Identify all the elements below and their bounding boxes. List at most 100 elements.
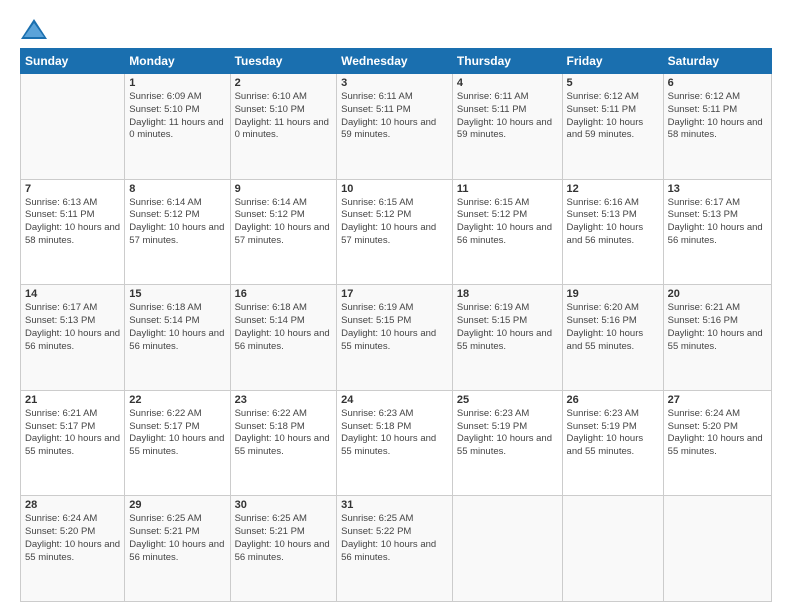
day-cell: 11 Sunrise: 6:15 AMSunset: 5:12 PMDaylig…	[452, 179, 562, 285]
day-cell: 14 Sunrise: 6:17 AMSunset: 5:13 PMDaylig…	[21, 285, 125, 391]
day-cell: 10 Sunrise: 6:15 AMSunset: 5:12 PMDaylig…	[337, 179, 453, 285]
cell-info: Sunrise: 6:12 AMSunset: 5:11 PMDaylight:…	[567, 91, 644, 140]
day-number: 15	[129, 288, 225, 300]
day-cell: 5 Sunrise: 6:12 AMSunset: 5:11 PMDayligh…	[562, 74, 663, 180]
header	[20, 18, 772, 40]
cell-info: Sunrise: 6:21 AMSunset: 5:17 PMDaylight:…	[25, 408, 120, 457]
day-cell: 19 Sunrise: 6:20 AMSunset: 5:16 PMDaylig…	[562, 285, 663, 391]
day-cell: 23 Sunrise: 6:22 AMSunset: 5:18 PMDaylig…	[230, 390, 337, 496]
cell-info: Sunrise: 6:23 AMSunset: 5:18 PMDaylight:…	[341, 408, 436, 457]
day-cell: 6 Sunrise: 6:12 AMSunset: 5:11 PMDayligh…	[663, 74, 771, 180]
day-cell: 31 Sunrise: 6:25 AMSunset: 5:22 PMDaylig…	[337, 496, 453, 602]
day-cell: 24 Sunrise: 6:23 AMSunset: 5:18 PMDaylig…	[337, 390, 453, 496]
cell-info: Sunrise: 6:22 AMSunset: 5:18 PMDaylight:…	[235, 408, 330, 457]
cell-info: Sunrise: 6:25 AMSunset: 5:21 PMDaylight:…	[129, 513, 224, 562]
day-cell: 20 Sunrise: 6:21 AMSunset: 5:16 PMDaylig…	[663, 285, 771, 391]
cell-info: Sunrise: 6:18 AMSunset: 5:14 PMDaylight:…	[129, 302, 224, 351]
day-number: 31	[341, 499, 448, 511]
col-header-thursday: Thursday	[452, 49, 562, 74]
week-row-3: 14 Sunrise: 6:17 AMSunset: 5:13 PMDaylig…	[21, 285, 772, 391]
cell-info: Sunrise: 6:09 AMSunset: 5:10 PMDaylight:…	[129, 91, 223, 140]
cell-info: Sunrise: 6:19 AMSunset: 5:15 PMDaylight:…	[457, 302, 552, 351]
day-number: 5	[567, 77, 659, 89]
day-cell: 26 Sunrise: 6:23 AMSunset: 5:19 PMDaylig…	[562, 390, 663, 496]
day-number: 30	[235, 499, 333, 511]
day-number: 10	[341, 183, 448, 195]
day-number: 16	[235, 288, 333, 300]
day-number: 21	[25, 394, 120, 406]
col-header-saturday: Saturday	[663, 49, 771, 74]
cell-info: Sunrise: 6:23 AMSunset: 5:19 PMDaylight:…	[567, 408, 644, 457]
cell-info: Sunrise: 6:15 AMSunset: 5:12 PMDaylight:…	[341, 197, 436, 246]
cell-info: Sunrise: 6:22 AMSunset: 5:17 PMDaylight:…	[129, 408, 224, 457]
cell-info: Sunrise: 6:24 AMSunset: 5:20 PMDaylight:…	[25, 513, 120, 562]
day-cell: 15 Sunrise: 6:18 AMSunset: 5:14 PMDaylig…	[125, 285, 230, 391]
day-number: 8	[129, 183, 225, 195]
col-header-wednesday: Wednesday	[337, 49, 453, 74]
day-cell: 13 Sunrise: 6:17 AMSunset: 5:13 PMDaylig…	[663, 179, 771, 285]
cell-info: Sunrise: 6:11 AMSunset: 5:11 PMDaylight:…	[457, 91, 552, 140]
day-cell: 12 Sunrise: 6:16 AMSunset: 5:13 PMDaylig…	[562, 179, 663, 285]
day-number: 4	[457, 77, 558, 89]
cell-info: Sunrise: 6:14 AMSunset: 5:12 PMDaylight:…	[235, 197, 330, 246]
week-row-5: 28 Sunrise: 6:24 AMSunset: 5:20 PMDaylig…	[21, 496, 772, 602]
day-cell: 30 Sunrise: 6:25 AMSunset: 5:21 PMDaylig…	[230, 496, 337, 602]
day-cell: 18 Sunrise: 6:19 AMSunset: 5:15 PMDaylig…	[452, 285, 562, 391]
day-cell: 2 Sunrise: 6:10 AMSunset: 5:10 PMDayligh…	[230, 74, 337, 180]
day-cell	[21, 74, 125, 180]
cell-info: Sunrise: 6:25 AMSunset: 5:21 PMDaylight:…	[235, 513, 330, 562]
day-cell: 22 Sunrise: 6:22 AMSunset: 5:17 PMDaylig…	[125, 390, 230, 496]
cell-info: Sunrise: 6:18 AMSunset: 5:14 PMDaylight:…	[235, 302, 330, 351]
day-cell: 8 Sunrise: 6:14 AMSunset: 5:12 PMDayligh…	[125, 179, 230, 285]
calendar-table: SundayMondayTuesdayWednesdayThursdayFrid…	[20, 48, 772, 602]
day-cell: 27 Sunrise: 6:24 AMSunset: 5:20 PMDaylig…	[663, 390, 771, 496]
day-number: 6	[668, 77, 767, 89]
page: SundayMondayTuesdayWednesdayThursdayFrid…	[0, 0, 792, 612]
day-number: 1	[129, 77, 225, 89]
day-cell: 1 Sunrise: 6:09 AMSunset: 5:10 PMDayligh…	[125, 74, 230, 180]
day-cell: 29 Sunrise: 6:25 AMSunset: 5:21 PMDaylig…	[125, 496, 230, 602]
week-row-1: 1 Sunrise: 6:09 AMSunset: 5:10 PMDayligh…	[21, 74, 772, 180]
cell-info: Sunrise: 6:14 AMSunset: 5:12 PMDaylight:…	[129, 197, 224, 246]
cell-info: Sunrise: 6:10 AMSunset: 5:10 PMDaylight:…	[235, 91, 329, 140]
day-cell: 9 Sunrise: 6:14 AMSunset: 5:12 PMDayligh…	[230, 179, 337, 285]
week-row-4: 21 Sunrise: 6:21 AMSunset: 5:17 PMDaylig…	[21, 390, 772, 496]
cell-info: Sunrise: 6:12 AMSunset: 5:11 PMDaylight:…	[668, 91, 763, 140]
day-number: 28	[25, 499, 120, 511]
day-number: 22	[129, 394, 225, 406]
logo-icon	[20, 18, 48, 40]
day-number: 25	[457, 394, 558, 406]
day-cell	[663, 496, 771, 602]
day-cell: 16 Sunrise: 6:18 AMSunset: 5:14 PMDaylig…	[230, 285, 337, 391]
day-number: 11	[457, 183, 558, 195]
col-header-tuesday: Tuesday	[230, 49, 337, 74]
day-number: 26	[567, 394, 659, 406]
day-cell: 28 Sunrise: 6:24 AMSunset: 5:20 PMDaylig…	[21, 496, 125, 602]
day-cell: 25 Sunrise: 6:23 AMSunset: 5:19 PMDaylig…	[452, 390, 562, 496]
day-cell: 3 Sunrise: 6:11 AMSunset: 5:11 PMDayligh…	[337, 74, 453, 180]
day-number: 20	[668, 288, 767, 300]
header-row: SundayMondayTuesdayWednesdayThursdayFrid…	[21, 49, 772, 74]
cell-info: Sunrise: 6:17 AMSunset: 5:13 PMDaylight:…	[668, 197, 763, 246]
day-cell: 17 Sunrise: 6:19 AMSunset: 5:15 PMDaylig…	[337, 285, 453, 391]
day-number: 19	[567, 288, 659, 300]
day-number: 24	[341, 394, 448, 406]
day-number: 14	[25, 288, 120, 300]
day-number: 2	[235, 77, 333, 89]
col-header-sunday: Sunday	[21, 49, 125, 74]
cell-info: Sunrise: 6:21 AMSunset: 5:16 PMDaylight:…	[668, 302, 763, 351]
day-number: 23	[235, 394, 333, 406]
day-number: 9	[235, 183, 333, 195]
day-cell	[562, 496, 663, 602]
cell-info: Sunrise: 6:11 AMSunset: 5:11 PMDaylight:…	[341, 91, 436, 140]
week-row-2: 7 Sunrise: 6:13 AMSunset: 5:11 PMDayligh…	[21, 179, 772, 285]
day-cell: 21 Sunrise: 6:21 AMSunset: 5:17 PMDaylig…	[21, 390, 125, 496]
day-number: 13	[668, 183, 767, 195]
cell-info: Sunrise: 6:13 AMSunset: 5:11 PMDaylight:…	[25, 197, 120, 246]
cell-info: Sunrise: 6:24 AMSunset: 5:20 PMDaylight:…	[668, 408, 763, 457]
cell-info: Sunrise: 6:17 AMSunset: 5:13 PMDaylight:…	[25, 302, 120, 351]
cell-info: Sunrise: 6:19 AMSunset: 5:15 PMDaylight:…	[341, 302, 436, 351]
day-number: 29	[129, 499, 225, 511]
day-number: 3	[341, 77, 448, 89]
logo	[20, 18, 52, 40]
